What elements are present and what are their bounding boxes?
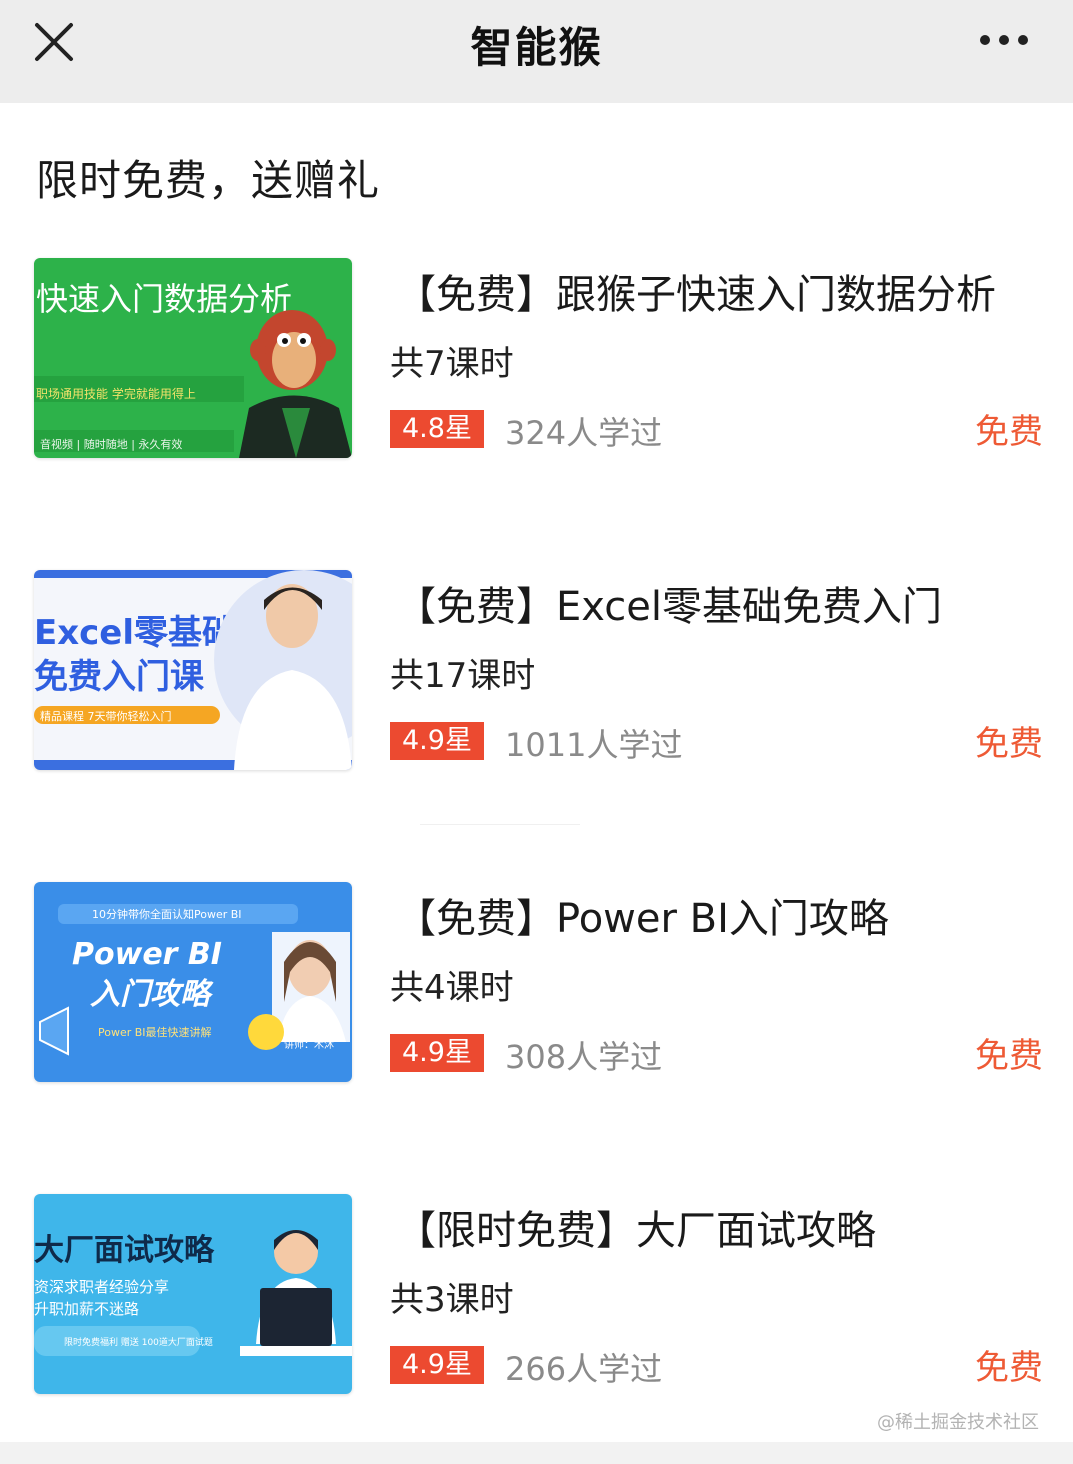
learner-count: 324人学过: [505, 414, 663, 452]
rating-badge: 4.9星: [390, 1034, 484, 1072]
divider: [420, 824, 580, 825]
course-item[interactable]: 快速入门数据分析 职场通用技能 学完就能用得上 音视频 | 随时随地 | 永久有…: [0, 258, 1073, 470]
page-title: 智能猴: [470, 23, 603, 72]
course-item[interactable]: 10分钟带你全面认知Power BI Power BI 入门攻略 Power B…: [0, 882, 1073, 1094]
price-label: 免费: [975, 1036, 1043, 1076]
course-thumbnail[interactable]: 快速入门数据分析 职场通用技能 学完就能用得上 音视频 | 随时随地 | 永久有…: [34, 258, 352, 458]
thumb-headline: 快速入门数据分析: [36, 280, 292, 318]
course-title[interactable]: 【免费】Excel零基础免费入门: [396, 574, 942, 632]
thumb-line: 10分钟带你全面认知Power BI: [92, 907, 242, 921]
more-dots-icon[interactable]: [976, 26, 1032, 54]
thumb-line: 讲师：木沐: [284, 1038, 334, 1051]
rating-badge: 4.9星: [390, 1346, 484, 1384]
rating-badge: 4.8星: [390, 410, 484, 448]
course-thumbnail[interactable]: 10分钟带你全面认知Power BI Power BI 入门攻略 Power B…: [34, 882, 352, 1082]
thumb-headline: 入门攻略: [90, 977, 214, 1012]
section-title: 限时免费，送赠礼: [36, 156, 381, 205]
thumb-line: 资深求职者经验分享: [34, 1278, 169, 1296]
watermark: @稀土掘金技术社区: [877, 1412, 1039, 1433]
course-thumbnail[interactable]: 大厂面试攻略 资深求职者经验分享 升职加薪不迷路 限时免费福利 赠送 100道大…: [34, 1194, 352, 1394]
course-title[interactable]: 【免费】Power BI入门攻略: [396, 886, 889, 944]
lesson-count: 共4课时: [390, 968, 514, 1008]
top-nav-bar: 智能猴: [0, 0, 1073, 103]
course-title[interactable]: 【免费】跟猴子快速入门数据分析: [396, 262, 996, 320]
thumb-tag: 限时免费福利 赠送 100道大厂面试题: [64, 1336, 213, 1348]
thumb-headline: Power BI: [72, 937, 222, 972]
bottom-strip: [0, 1442, 1073, 1464]
thumb-headline: Excel零基础: [34, 613, 236, 653]
course-item[interactable]: Excel零基础 免费入门课 精品课程 7天带你轻松入门 【免费】Excel零基…: [0, 570, 1073, 782]
course-item[interactable]: 大厂面试攻略 资深求职者经验分享 升职加薪不迷路 限时免费福利 赠送 100道大…: [0, 1194, 1073, 1406]
thumb-line: Power BI最佳快速讲解: [98, 1025, 212, 1039]
lesson-count: 共3课时: [390, 1280, 514, 1320]
thumb-line: 升职加薪不迷路: [34, 1300, 139, 1318]
learner-count: 308人学过: [505, 1038, 663, 1076]
lesson-count: 共17课时: [390, 656, 536, 696]
course-thumbnail[interactable]: Excel零基础 免费入门课 精品课程 7天带你轻松入门: [34, 570, 352, 770]
thumb-line: 职场通用技能 学完就能用得上: [36, 386, 196, 401]
learner-count: 1011人学过: [505, 726, 683, 764]
price-label: 免费: [975, 412, 1043, 452]
course-title[interactable]: 【限时免费】大厂面试攻略: [396, 1198, 876, 1256]
price-label: 免费: [975, 724, 1043, 764]
learner-count: 266人学过: [505, 1350, 663, 1388]
thumb-headline: 大厂面试攻略: [34, 1233, 215, 1268]
lesson-count: 共7课时: [390, 344, 514, 384]
thumb-tag: 精品课程 7天带你轻松入门: [40, 709, 172, 723]
thumb-headline: 免费入门课: [34, 657, 205, 697]
thumb-line: 音视频 | 随时随地 | 永久有效: [40, 437, 182, 451]
rating-badge: 4.9星: [390, 722, 484, 760]
price-label: 免费: [975, 1348, 1043, 1388]
